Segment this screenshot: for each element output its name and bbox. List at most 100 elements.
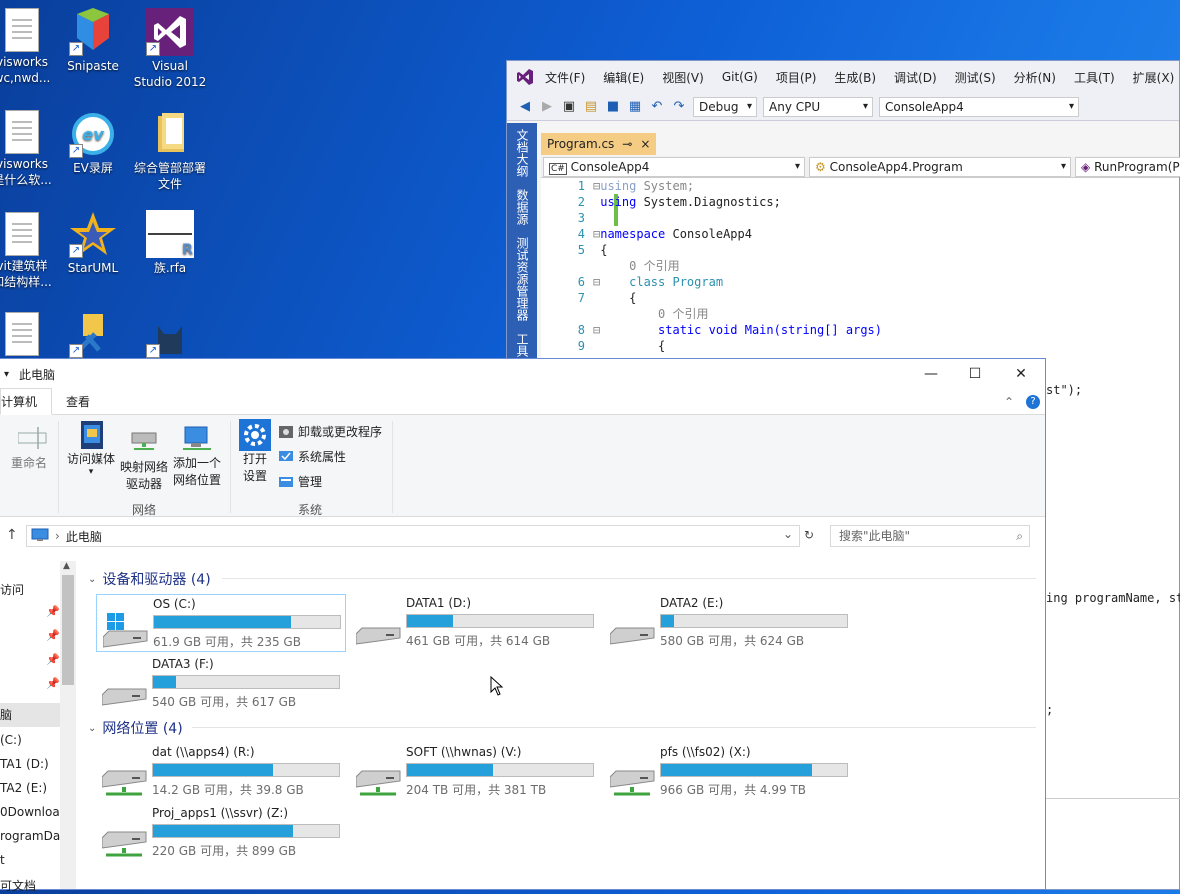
nav-item-t[interactable]: t [0, 853, 5, 867]
address-dropdown-icon[interactable]: ⌄ [783, 527, 793, 541]
desktop-icon-label: EV录屏 [73, 161, 113, 175]
vs-menu-extensions[interactable]: 扩展(X) [1133, 69, 1175, 86]
tab-computer[interactable]: 计算机 [0, 388, 53, 415]
help-icon[interactable]: ? [1026, 395, 1040, 409]
doc-tab-program-cs[interactable]: Program.cs ⊸ × [541, 133, 657, 155]
drive-name: SOFT (\\hwnas) (V:) [406, 745, 522, 759]
drive-usage-bar [152, 675, 340, 689]
section-devices-header[interactable]: ⌄ 设备和驱动器 (4) [88, 569, 211, 589]
system-properties-button[interactable]: 系统属性 [278, 448, 346, 465]
back-icon[interactable]: ◀ [517, 99, 533, 115]
vs-menu-file[interactable]: 文件(F) [545, 69, 585, 86]
search-input[interactable]: 搜索"此电脑" ⌕ [830, 525, 1030, 547]
nav-item-download[interactable]: 0Download [0, 805, 67, 819]
drive-tile[interactable]: Proj_apps1 (\\ssvr) (Z:) 220 GB 可用，共 899 … [96, 804, 346, 862]
vs-menu-edit[interactable]: 编辑(E) [603, 69, 644, 86]
quick-access-dropdown-icon[interactable]: ▾ [4, 369, 9, 380]
add-network-location-button[interactable]: 添加一个 网络位置 [170, 423, 224, 489]
address-bar[interactable]: › 此电脑 ⌄ [26, 525, 800, 547]
desktop-icon-folder[interactable]: 综合管部部署 文件 [130, 110, 210, 192]
access-media-button[interactable]: 访问媒体 ▾ [64, 419, 118, 477]
minimize-button[interactable]: — [908, 359, 954, 389]
nav-item-drive-d[interactable]: TA1 (D:) [0, 757, 49, 771]
tab-view[interactable]: 查看 [52, 389, 104, 414]
desktop-icon-family-rfa[interactable]: R 族.rfa [130, 210, 210, 276]
window-title: 此电脑 [19, 367, 56, 382]
drive-tile[interactable]: DATA2 (E:) 580 GB 可用，共 624 GB [604, 594, 854, 652]
system-properties-icon [278, 450, 294, 464]
manage-label: 管理 [298, 475, 323, 489]
desktop-icon-cat[interactable]: ↗ [130, 310, 210, 360]
desktop-icon-snipaste[interactable]: ↗ Snipaste [53, 8, 133, 74]
navigation-scrollbar[interactable]: ▲ [60, 561, 76, 889]
drive-usage-bar [152, 824, 340, 838]
open-settings-label: 打开 设置 [242, 452, 267, 483]
rename-button[interactable]: 重命名 [6, 423, 52, 472]
breadcrumb-this-pc[interactable]: 此电脑 [66, 528, 102, 545]
nav-item-quick-access[interactable]: 访问 [0, 581, 24, 598]
vs-menu-tools[interactable]: 工具(T) [1074, 69, 1115, 86]
hard-drive-icon [609, 612, 656, 648]
desktop-icon-label: Visual Studio 2012 [133, 59, 207, 89]
maximize-button[interactable]: ☐ [952, 359, 998, 389]
solution-config-dropdown[interactable]: Debug [693, 96, 757, 117]
code-lens[interactable]: 0 个引用 [541, 258, 679, 274]
scroll-up-icon[interactable]: ▲ [63, 561, 70, 571]
collapse-ribbon-icon[interactable]: ⌃ [1004, 395, 1014, 409]
vs-menu-project[interactable]: 项目(P) [776, 69, 817, 86]
desktop-icon-ev-recorder[interactable]: ev ↗ EV录屏 [53, 110, 133, 176]
drive-tile[interactable]: pfs (\\fs02) (X:) 966 GB 可用，共 4.99 TB [604, 743, 854, 801]
new-project-icon[interactable]: ▣ [561, 99, 577, 115]
vs-menu-debug[interactable]: 调试(D) [894, 69, 937, 86]
vs-menu-test[interactable]: 测试(S) [955, 69, 996, 86]
close-icon[interactable]: × [640, 133, 650, 155]
chevron-down-icon: ⌄ [88, 722, 97, 734]
desktop-icon-visual-studio[interactable]: ↗ Visual Studio 2012 [130, 8, 210, 90]
nav-item-this-pc[interactable]: 脑 [0, 703, 60, 727]
save-all-icon[interactable]: ▦ [627, 99, 643, 115]
drive-tile[interactable]: OS (C:) 61.9 GB 可用，共 235 GB [96, 594, 346, 652]
vs-menu-build[interactable]: 生成(B) [834, 69, 876, 86]
drive-tile[interactable]: SOFT (\\hwnas) (V:) 204 TB 可用，共 381 TB [350, 743, 600, 801]
vs-menu-view[interactable]: 视图(V) [662, 69, 704, 86]
refresh-icon[interactable]: ↻ [804, 528, 814, 542]
undo-icon[interactable]: ↶ [649, 99, 665, 115]
nav-item-drive-e[interactable]: TA2 (E:) [0, 781, 47, 795]
open-file-icon[interactable]: ▤ [583, 99, 599, 115]
desktop-icon-tools[interactable]: ↗ [53, 310, 133, 360]
save-icon[interactable]: ■ [605, 99, 621, 115]
redo-icon[interactable]: ↷ [671, 99, 687, 115]
solution-platform-dropdown[interactable]: Any CPU [763, 96, 873, 117]
nav-item-drive-c[interactable]: (C:) [0, 733, 22, 747]
drive-tile[interactable]: DATA3 (F:) 540 GB 可用，共 617 GB [96, 655, 346, 713]
vs-menu-git[interactable]: Git(G) [722, 70, 758, 84]
side-tab-data-sources[interactable]: 数据源 [507, 183, 538, 231]
desktop-icon-staruml[interactable]: ↗ StarUML [53, 210, 133, 276]
nav-item-documents[interactable]: 可文档 [0, 877, 36, 894]
up-arrow-icon[interactable]: ↑ [6, 527, 18, 543]
section-network-header[interactable]: ⌄ 网络位置 (4) [88, 718, 183, 738]
drive-usage-bar [406, 614, 594, 628]
section-divider [222, 578, 1036, 579]
map-network-drive-button[interactable]: 映射网络 驱动器 [116, 427, 172, 493]
uninstall-program-button[interactable]: 卸载或更改程序 [278, 423, 382, 440]
code-lens[interactable]: 0 个引用 [541, 306, 708, 322]
drive-tile[interactable]: dat (\\apps4) (R:) 14.2 GB 可用，共 39.8 GB [96, 743, 346, 801]
vs-menu-analyze[interactable]: 分析(N) [1014, 69, 1056, 86]
manage-button[interactable]: 管理 [278, 473, 322, 490]
side-tab-test-explorer[interactable]: 测试资源管理器 [507, 231, 538, 327]
nav-member-dropdown[interactable]: ◈ RunProgram(Pro [1075, 157, 1180, 177]
close-button[interactable]: ✕ [998, 359, 1044, 389]
drive-tile[interactable]: DATA1 (D:) 461 GB 可用，共 614 GB [350, 594, 600, 652]
open-settings-button[interactable]: 打开 设置 [236, 419, 274, 485]
startup-project-dropdown[interactable]: ConsoleApp4 [879, 96, 1079, 117]
forward-icon[interactable]: ▶ [539, 99, 555, 115]
drive-space-info: 14.2 GB 可用，共 39.8 GB [152, 783, 304, 797]
section-divider [192, 727, 1036, 728]
pin-icon[interactable]: ⊸ [622, 133, 632, 155]
side-tab-document-outline[interactable]: 文档大纲 [507, 123, 538, 183]
document-icon [5, 312, 39, 356]
nav-type-dropdown[interactable]: ⚙ ConsoleApp4.Program [809, 157, 1071, 177]
nav-project-dropdown[interactable]: C# ConsoleApp4 [543, 157, 805, 177]
scrollbar-thumb[interactable] [62, 575, 74, 685]
